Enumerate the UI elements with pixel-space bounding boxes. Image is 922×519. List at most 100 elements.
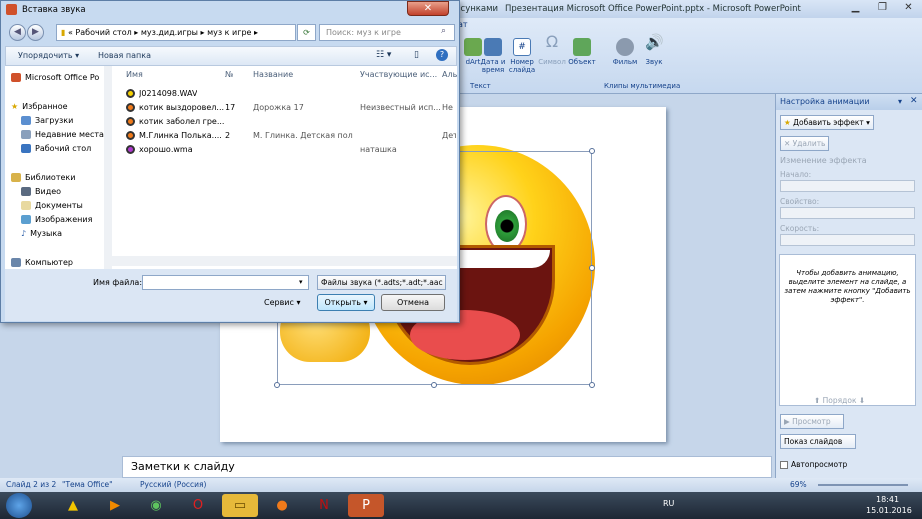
filetype-select[interactable]: Файлы звука (*.adts;*.adt;*.aac ▾ (317, 275, 446, 290)
resize-handle[interactable] (589, 382, 595, 388)
globe-icon[interactable]: ◉ (138, 494, 174, 517)
start-button[interactable] (6, 493, 32, 518)
notes-area[interactable]: Заметки к слайду (122, 456, 772, 478)
col-album[interactable]: Аль (442, 70, 457, 79)
minimize-icon[interactable]: ▁ (842, 0, 869, 17)
firefox-icon[interactable]: ● (264, 494, 300, 517)
audio-file-icon (126, 130, 135, 140)
nav-libraries[interactable]: Библиотеки (11, 173, 75, 182)
libraries-icon (11, 173, 21, 182)
address-bar[interactable]: ▮ « Рабочий стол ▸ муз.дид.игры ▸ муз к … (56, 24, 296, 41)
col-artists[interactable]: Участвующие ис... (360, 70, 437, 79)
breadcrumb-games[interactable]: муз.дид.игры (141, 28, 198, 37)
help-icon[interactable]: ? (436, 49, 448, 61)
nav-computer[interactable]: Компьютер (11, 258, 73, 267)
file-row[interactable]: котик выздоровел... 17 Дорожка 17 Неизвестн… (126, 100, 456, 114)
music-icon: ♪ (21, 229, 27, 238)
back-icon[interactable]: ◀ (9, 24, 26, 41)
nav-office[interactable]: Microsoft Office Po (11, 73, 99, 82)
filename-input[interactable] (142, 275, 309, 290)
open-button[interactable]: Открыть ▾ (317, 294, 375, 311)
search-icon[interactable]: ⌕ (441, 26, 446, 36)
breadcrumb-desktop[interactable]: Рабочий стол (75, 28, 131, 37)
search-input[interactable]: Поиск: муз к игре (319, 24, 455, 41)
speed-combo[interactable] (780, 234, 915, 246)
service-button[interactable]: Сервис ▾ (264, 298, 300, 307)
col-number[interactable]: № (225, 70, 233, 79)
pane-close-icon[interactable]: ✕ (910, 96, 918, 106)
nav-scrollbar[interactable] (104, 66, 112, 269)
app-icon[interactable]: ▲ (55, 494, 91, 517)
view-icon[interactable]: ☷ ▾ (376, 50, 391, 60)
lang-indicator[interactable]: RU (663, 499, 674, 508)
remove-button[interactable]: ✕ Удалить (780, 136, 830, 151)
preview-button[interactable]: ▶ Просмотр (780, 414, 844, 429)
autopreview-checkbox[interactable]: Автопросмотр (780, 460, 847, 469)
opera-icon[interactable]: O (180, 494, 216, 517)
sound-button[interactable]: 🔊 Звук (639, 35, 669, 84)
slide-number-button[interactable]: # Номер слайда (507, 38, 537, 84)
slide-counter: Слайд 2 из 2 (6, 480, 57, 489)
media-icon[interactable]: ▶ (97, 494, 133, 517)
resize-handle[interactable] (589, 148, 595, 154)
close-icon[interactable]: ✕ (895, 0, 922, 17)
file-row[interactable]: котик заболел гре... (126, 114, 456, 128)
file-album: Дет (442, 130, 456, 140)
speed-label: Скорость: (780, 224, 820, 233)
insert-sound-dialog: Вставка звука ✕ ◀ ▶ ▮ « Рабочий стол ▸ м… (0, 0, 460, 323)
film-button[interactable]: Фильм (610, 38, 640, 84)
nav-music[interactable]: ♪ Музыка (21, 229, 62, 238)
taskbar: ▲ ▶ ◉ O ▭ ● N P RU 18:41 15.01.2016 (0, 492, 922, 519)
game-icon[interactable]: N (306, 494, 342, 517)
folder-icon[interactable]: ▭ (222, 494, 258, 517)
add-effect-button[interactable]: ★ Добавить эффект ▾ (780, 115, 874, 130)
start-combo[interactable] (780, 180, 915, 192)
new-folder-button[interactable]: Новая папка (98, 51, 151, 60)
order-label: ⬆ Порядок ⬇ (814, 396, 866, 405)
nav-images[interactable]: Изображения (21, 215, 92, 224)
horizontal-scrollbar[interactable] (112, 256, 457, 266)
datetime-button[interactable]: Дата и время (478, 38, 508, 84)
object-button[interactable]: Объект (567, 38, 597, 84)
film-icon (616, 38, 634, 56)
resize-handle[interactable] (274, 382, 280, 388)
nav-favorites[interactable]: ★ Избранное (11, 102, 68, 111)
animation-list[interactable]: Чтобы добавить анимацию, выделите элемен… (779, 254, 916, 406)
dialog-title: Вставка звука (22, 5, 86, 15)
organize-button[interactable]: Упорядочить ▾ (18, 51, 79, 60)
file-title: М. Глинка. Детская поль... (253, 130, 353, 140)
cancel-button[interactable]: Отмена (381, 294, 445, 311)
ribbon-tab-partial[interactable]: исунками (455, 4, 498, 14)
preview-pane-icon[interactable]: ▯ (414, 50, 419, 60)
powerpoint-icon[interactable]: P (348, 494, 384, 517)
star-icon: ★ (784, 118, 791, 127)
forward-icon[interactable]: ▶ (27, 24, 44, 41)
file-list: Имя № Название Участвующие ис... Аль J02… (112, 66, 457, 269)
status-bar: Слайд 2 из 2 "Тема Office" Русский (Росс… (0, 478, 922, 492)
file-name: J0214098.WAV (139, 88, 198, 98)
slideshow-button[interactable]: Показ слайдов (780, 434, 856, 449)
close-icon[interactable]: ✕ (407, 1, 449, 16)
zoom-slider[interactable] (818, 484, 908, 486)
col-name[interactable]: Имя (126, 70, 143, 79)
property-combo[interactable] (780, 207, 915, 219)
maximize-icon[interactable]: ❐ (869, 0, 896, 17)
pane-dropdown-icon[interactable]: ▾ (898, 97, 902, 106)
symbol-button[interactable]: Ω Символ (537, 34, 567, 84)
nav-downloads[interactable]: Загрузки (21, 116, 73, 125)
filename-dropdown-icon[interactable]: ▾ (299, 278, 303, 286)
images-icon (21, 215, 31, 224)
breadcrumb-current[interactable]: муз к игре (207, 28, 251, 37)
col-title[interactable]: Название (253, 70, 293, 79)
file-row[interactable]: М.Глинка Полька.... 2 М. Глинка. Детская п… (126, 128, 456, 142)
nav-video[interactable]: Видео (21, 187, 61, 196)
nav-desktop[interactable]: Рабочий стол (21, 144, 91, 153)
resize-handle[interactable] (431, 382, 437, 388)
resize-handle[interactable] (589, 265, 595, 271)
file-row[interactable]: хорошо.wma наташка (126, 142, 456, 156)
file-row[interactable]: J0214098.WAV (126, 86, 456, 100)
nav-documents[interactable]: Документы (21, 201, 83, 210)
refresh-icon[interactable]: ⟳ (297, 24, 316, 41)
nav-recent[interactable]: Недавние места (21, 130, 104, 139)
change-effect-label: Изменение эффекта (780, 156, 867, 165)
